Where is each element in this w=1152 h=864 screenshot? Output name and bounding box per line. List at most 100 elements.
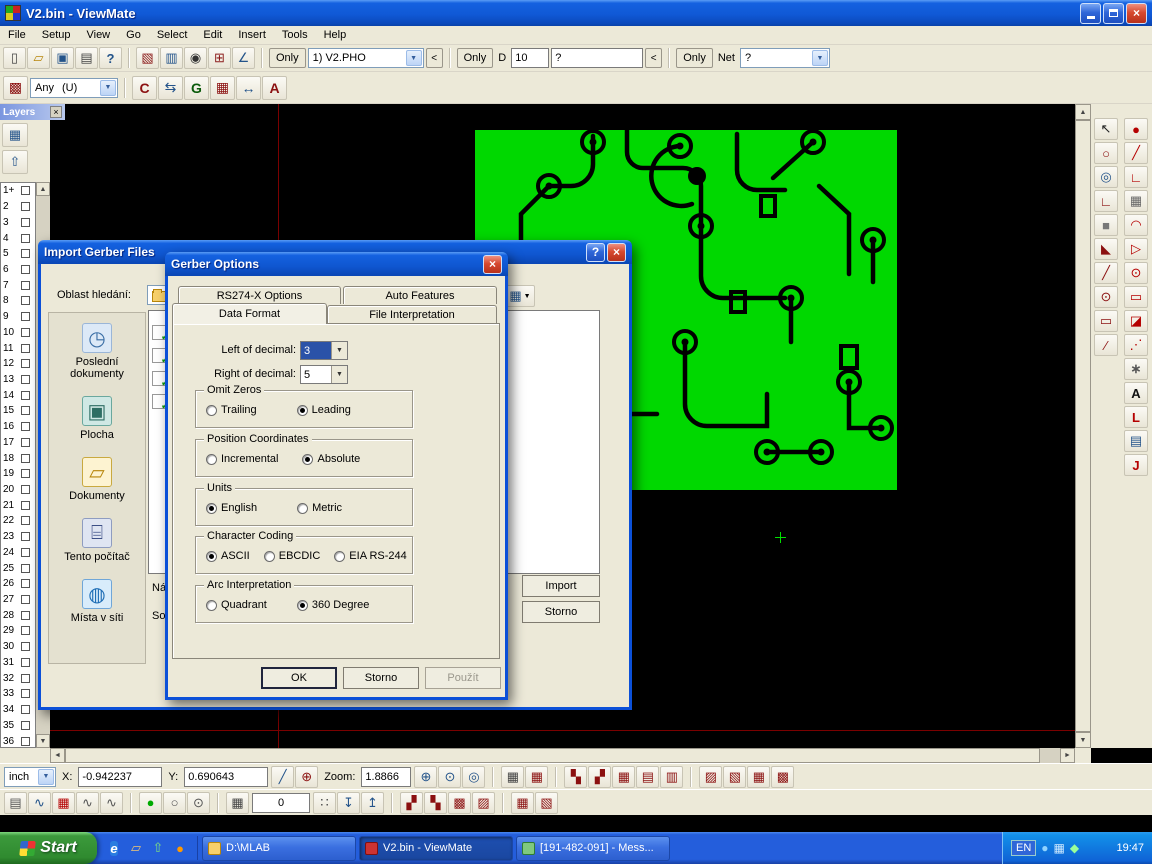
folder-launch-icon[interactable]: ▱ [127,839,145,857]
layer-row[interactable]: 25 [1,560,35,576]
layer-color-box[interactable] [21,705,30,714]
layer-row[interactable]: 18 [1,450,35,466]
pad-style-6-icon[interactable]: ▨ [699,766,722,788]
aperture-5-icon[interactable]: ▦ [511,792,534,814]
chevron-down-icon[interactable]: ▼ [331,366,347,383]
menu-item[interactable]: Select [149,27,196,43]
origin-target-icon[interactable]: ⊕ [295,766,318,788]
pad-style-4-icon[interactable]: ▤ [636,766,659,788]
new-document-icon[interactable]: ▯ [3,47,26,69]
restore-button[interactable] [1103,3,1124,24]
corner-icon[interactable]: ∟ [1094,190,1118,212]
layer-row[interactable]: 36 [1,733,35,748]
radio-option[interactable]: Trailing [206,404,257,416]
clock[interactable]: 19:47 [1116,842,1144,854]
c-aperture-icon[interactable]: C [132,76,157,100]
l-shape-icon[interactable]: L [1124,406,1148,428]
layer-color-box[interactable] [21,658,30,667]
layer-row[interactable]: 32 [1,670,35,686]
x-coordinate-input[interactable] [78,767,162,787]
layer-row[interactable]: 27 [1,592,35,608]
zoom-in-icon[interactable]: ⊕ [414,766,437,788]
layer-color-box[interactable] [21,281,30,290]
layer-color-box[interactable] [21,422,30,431]
scroll-down-icon[interactable]: ▼ [36,734,50,748]
pad-style-9-icon[interactable]: ▩ [771,766,794,788]
scroll-up-icon[interactable]: ▲ [1075,104,1091,120]
scroll-left-icon[interactable]: ◄ [50,748,65,763]
dcode-count-input[interactable] [252,793,310,813]
layer-color-box[interactable] [21,344,30,353]
square-pad-icon[interactable]: ▦ [1124,190,1148,212]
dialog-close-button[interactable]: × [483,255,502,274]
only-net-button[interactable]: Only [676,48,713,68]
layer-color-box[interactable] [21,454,30,463]
layer-color-box[interactable] [21,312,30,321]
ch evron-down-icon[interactable]: ▼ [331,342,347,359]
layer-row[interactable]: 15 [1,403,35,419]
wave3-icon[interactable]: ∿ [100,792,123,814]
network-tray-icon[interactable]: ▦ [1054,841,1065,855]
tab-file-interpretation[interactable]: File Interpretation [327,305,497,323]
layer-row[interactable]: 23 [1,529,35,545]
dialog-help-button[interactable]: ? [586,243,605,262]
pointer-icon[interactable]: ↖ [1094,118,1118,140]
layer-color-box[interactable] [21,626,30,635]
radio-option[interactable]: English [206,502,257,514]
browser-icon[interactable]: ● [171,839,189,857]
radio-option[interactable]: 360 Degree [297,599,370,611]
layer-row[interactable]: 13 [1,372,35,388]
messenger-tray-icon[interactable]: ● [1041,841,1048,855]
layer-up-icon[interactable]: ⇧ [2,150,28,174]
pad-matrix-icon[interactable]: ▦ [210,76,235,100]
text-tool-icon[interactable]: A [1124,382,1148,404]
chevron-down-icon[interactable]: ▼ [812,50,828,66]
zoom-window-icon[interactable]: ⊙ [438,766,461,788]
grid-icon[interactable]: ▦ [501,766,524,788]
layer-stack-icon[interactable]: ▦ [2,123,28,147]
layer-row[interactable]: 1+ [1,183,35,199]
radio-option[interactable]: Quadrant [206,599,267,611]
gerber-dialog-titlebar[interactable]: Gerber Options × [165,252,508,276]
layer-color-box[interactable] [21,202,30,211]
wave2-icon[interactable]: ∿ [76,792,99,814]
grid-dots-icon[interactable]: ▦ [525,766,548,788]
layer-row[interactable]: 10 [1,324,35,340]
zoom-all-icon[interactable]: ◎ [462,766,485,788]
only-dcode-button[interactable]: Only [457,48,494,68]
menu-item[interactable]: Setup [34,27,79,43]
dialog-close-button[interactable]: × [607,243,626,262]
layer-color-box[interactable] [21,721,30,730]
scroll-right-icon[interactable]: ► [1060,748,1075,763]
red-grid-icon[interactable]: ▦ [52,792,75,814]
radio-option[interactable]: EIA RS-244 [334,550,406,562]
pad-grid-icon[interactable]: ⊞ [208,47,231,69]
swap-layers-icon[interactable]: ⇆ [158,76,183,100]
horizontal-scroll-thumb[interactable] [65,748,1040,763]
ok-button[interactable]: OK [261,667,337,689]
dots-diagonal-icon[interactable]: ⋰ [1124,334,1148,356]
layer-color-box[interactable] [21,265,30,274]
save-icon[interactable]: ▣ [51,47,74,69]
green-arrows-icon[interactable]: ⇧ [149,839,167,857]
star-icon[interactable]: ∗ [1124,358,1148,380]
white-circle-icon[interactable]: ○ [163,792,186,814]
language-indicator[interactable]: EN [1011,840,1036,856]
half-square-icon[interactable]: ◪ [1124,310,1148,332]
radio-option[interactable]: Absolute [302,453,360,465]
layer-color-box[interactable] [21,674,30,683]
place-recent-documents[interactable]: ◷ Poslední dokumenty [51,323,143,380]
place-my-computer[interactable]: ⌸ Tento počítač [51,518,143,563]
layers-panel-header[interactable]: Layers × [0,104,65,120]
layer-row[interactable]: 9 [1,309,35,325]
layer-pick-icon[interactable]: ▥ [160,47,183,69]
layer-row[interactable]: 4 [1,230,35,246]
chevron-down-icon[interactable]: ▼ [100,80,116,96]
scroll-up-icon[interactable]: ▲ [36,182,50,196]
layer-color-box[interactable] [21,469,30,478]
trace-line-icon[interactable]: ╱ [1124,142,1148,164]
chevron-down-icon[interactable]: ▼ [406,50,422,66]
menu-item[interactable]: File [0,27,34,43]
slash-small-icon[interactable]: ∕ [1094,334,1118,356]
layer-row[interactable]: 33 [1,686,35,702]
